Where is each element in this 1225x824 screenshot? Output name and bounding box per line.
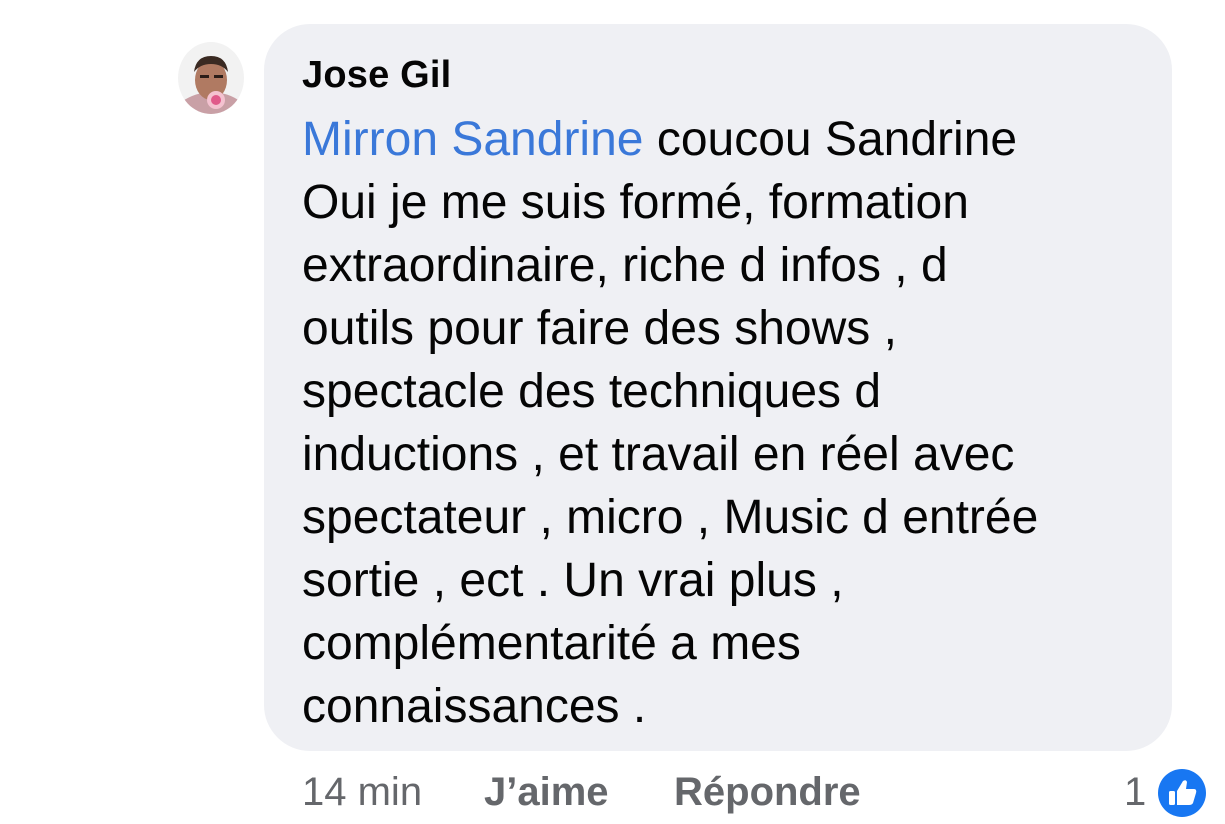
author-avatar[interactable]	[178, 42, 244, 114]
thumbs-up-icon	[1158, 769, 1206, 817]
comment-line: spectateur , micro , Music d entrée	[302, 491, 1039, 544]
reply-button[interactable]: Répondre	[674, 770, 861, 815]
mention-link[interactable]: Mirron Sandrine	[302, 113, 643, 166]
comment-line: extraordinaire, riche d infos , d	[302, 239, 948, 292]
reaction-badge[interactable]	[1156, 767, 1208, 819]
like-button[interactable]: J’aime	[484, 770, 609, 815]
comment-line: sortie , ect . Un vrai plus ,	[302, 554, 844, 607]
timestamp[interactable]: 14 min	[302, 770, 422, 815]
comment-line: connaissances .	[302, 680, 647, 733]
comment-text: Mirron Sandrine coucou Sandrine Oui je m…	[302, 108, 1152, 738]
comment-line: inductions , et travail en réel avec	[302, 428, 1015, 481]
comment-line-1-text: coucou Sandrine	[643, 113, 1018, 166]
author-name[interactable]: Jose Gil	[302, 54, 451, 97]
comment-line: Oui je me suis formé, formation	[302, 176, 969, 229]
comment-line: outils pour faire des shows ,	[302, 302, 897, 355]
reaction-count[interactable]: 1	[1124, 770, 1146, 815]
profile-photo-avatar-icon	[178, 42, 244, 114]
comment: Jose Gil Mirron Sandrine coucou Sandrine…	[0, 0, 1225, 824]
comment-line-1: Mirron Sandrine coucou Sandrine	[302, 108, 1152, 171]
comment-line: spectacle des techniques d	[302, 365, 882, 418]
comment-line: complémentarité a mes	[302, 617, 801, 670]
